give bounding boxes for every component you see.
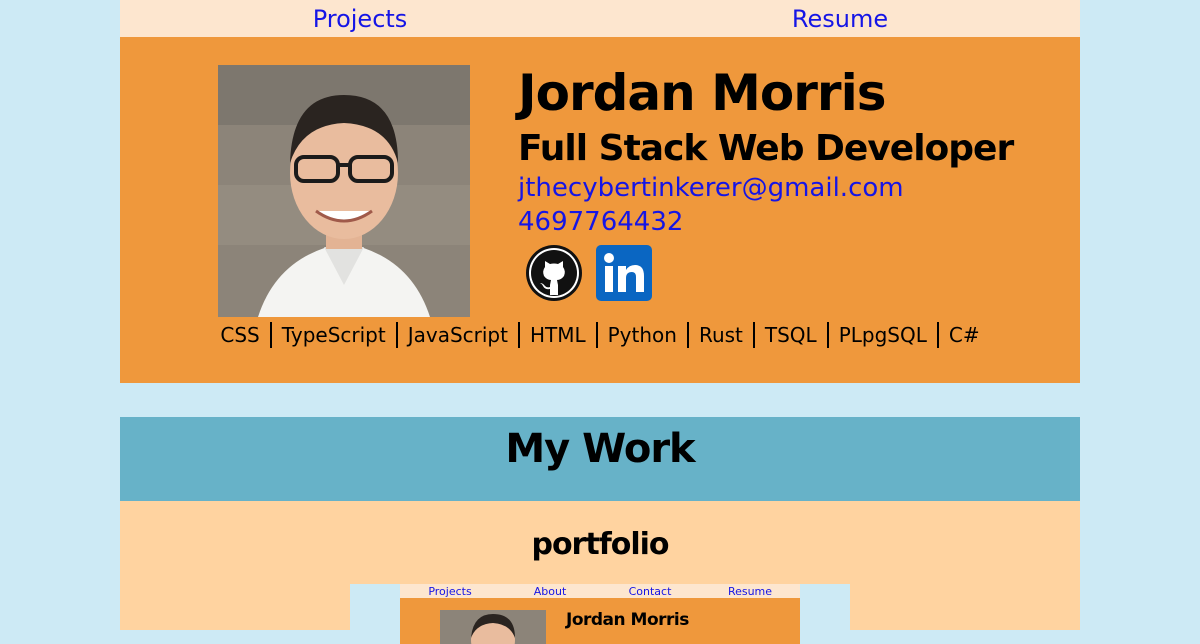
preview-name: Jordan Morris [566, 610, 689, 630]
skill-item: C# [948, 323, 980, 347]
project-title: portfolio [531, 527, 669, 562]
my-work-heading: My Work [505, 426, 695, 472]
preview-photo [440, 610, 546, 644]
skill-item: CSS [220, 323, 260, 347]
email-link[interactable]: jthecybertinkerer@gmail.com [518, 171, 1013, 205]
profile-photo [218, 65, 470, 317]
skill-item: PLpgSQL [838, 323, 927, 347]
skills-list: CSS TypeScript JavaScript HTML Python Ru… [120, 322, 1080, 348]
preview-page: Projects About Contact Resume Jordan Mor… [400, 584, 800, 644]
nav-projects-link[interactable]: Projects [120, 5, 600, 33]
my-work-banner: My Work [120, 417, 1080, 501]
phone-link[interactable]: 4697764432 [518, 205, 1013, 239]
skill-item: JavaScript [407, 323, 508, 347]
preview-nav-item: Resume [727, 584, 773, 598]
preview-nav: Projects About Contact Resume [400, 584, 800, 598]
preview-header: Jordan Morris [400, 598, 800, 644]
linkedin-link[interactable] [596, 245, 652, 301]
skill-item: TypeScript [281, 323, 386, 347]
preview-nav-item: Contact [628, 584, 672, 598]
profile-role: Full Stack Web Developer [518, 128, 1014, 169]
page: Projects Resume Jordan Morris Full Stack… [120, 0, 1080, 383]
skill-item: Rust [698, 323, 743, 347]
skill-item: HTML [529, 323, 586, 347]
preview-nav-item: About [533, 584, 567, 598]
top-nav: Projects Resume [120, 0, 1080, 37]
nav-resume-link[interactable]: Resume [600, 5, 1080, 33]
project-preview-image[interactable]: Projects About Contact Resume Jordan Mor… [350, 584, 850, 644]
profile-name: Jordan Morris [518, 64, 886, 122]
profile-info: Jordan Morris Full Stack Web Developer j… [518, 64, 1014, 301]
skill-item: Python [607, 323, 677, 347]
linkedin-icon [596, 245, 652, 301]
profile-header: Jordan Morris Full Stack Web Developer j… [120, 37, 1080, 383]
github-icon [526, 245, 582, 301]
skill-item: TSQL [764, 323, 817, 347]
project-card: portfolio Projects About Contact Resume … [120, 501, 1080, 644]
preview-nav-item: Projects [428, 584, 472, 598]
github-link[interactable] [526, 245, 582, 301]
social-links [526, 245, 1013, 301]
